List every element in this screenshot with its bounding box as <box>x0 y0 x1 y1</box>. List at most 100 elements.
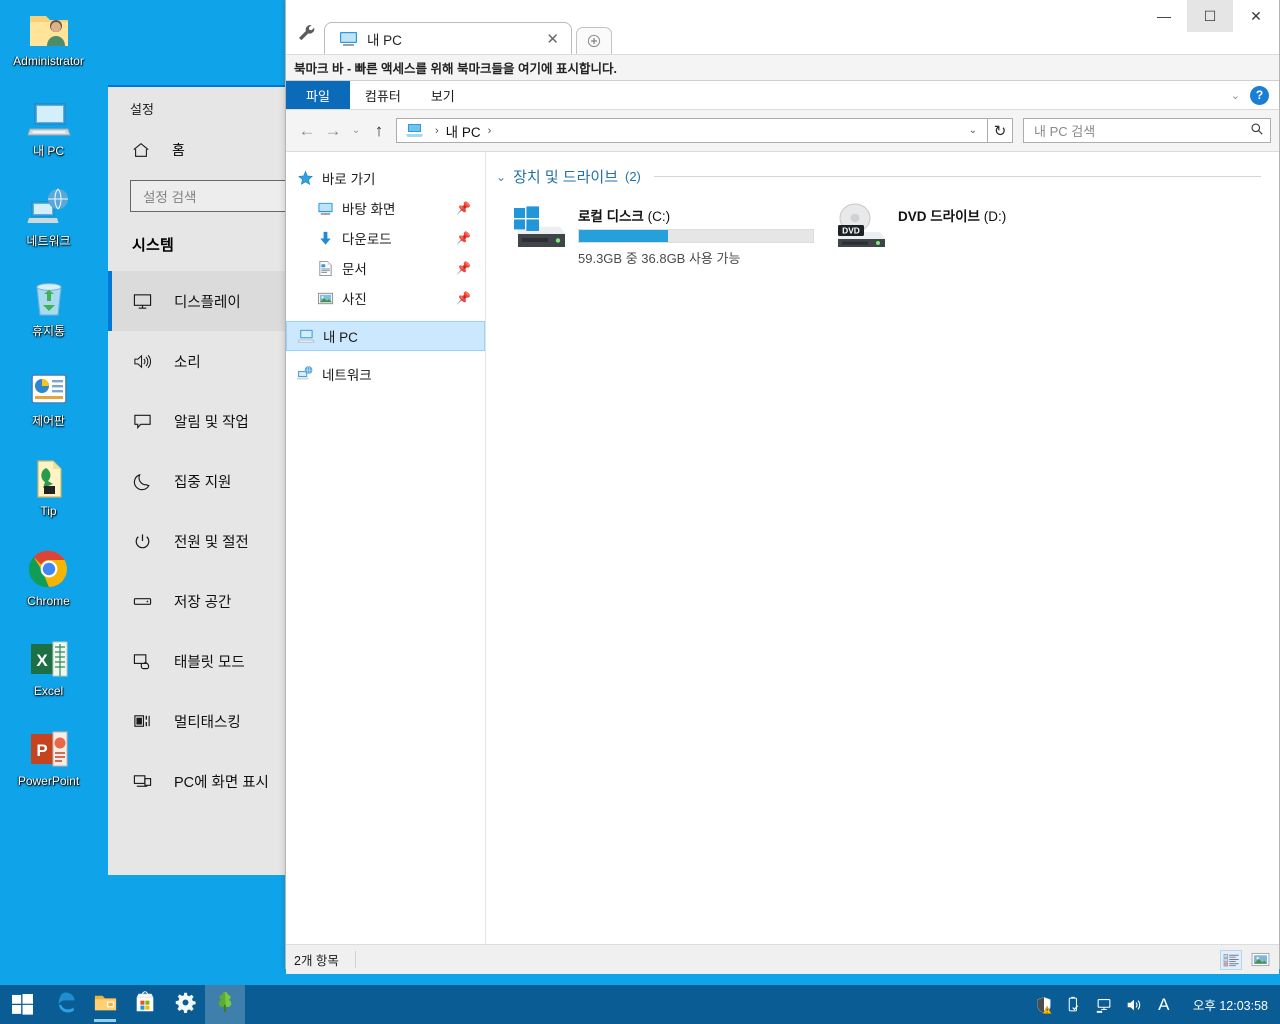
desktop-icon-network[interactable]: 네트워크 <box>0 180 97 270</box>
refresh-button[interactable]: ↻ <box>988 118 1013 143</box>
tab-close-icon[interactable]: ✕ <box>542 30 563 48</box>
tab-my-pc[interactable]: 내 PC ✕ <box>324 22 572 54</box>
explorer-body: 바로 가기 바탕 화면 📌 다운로드 📌 문서 📌 사진 📌 내 PC 네트워크 ⌄ 장치 및 드라… <box>286 151 1279 944</box>
taskbar-button-store[interactable] <box>125 985 165 1024</box>
taskbar-button-settings[interactable] <box>165 985 205 1024</box>
windows-drive-icon <box>510 201 568 253</box>
ribbon-tab-컴퓨터[interactable]: 컴퓨터 <box>350 81 416 109</box>
settings-home-label: 홈 <box>172 142 185 158</box>
network-tray-icon[interactable] <box>1089 985 1119 1024</box>
taskbar-buttons <box>45 985 245 1024</box>
desktop-icon-control-panel[interactable]: 제어판 <box>0 360 97 450</box>
taskbar-button-edge[interactable] <box>45 985 85 1024</box>
settings-item-speaker[interactable]: 소리 <box>108 331 298 391</box>
recent-locations-button[interactable]: ⌄ <box>346 118 366 144</box>
puzzle-icon <box>213 990 237 1019</box>
desktop-icon-my-pc[interactable]: 내 PC <box>0 90 97 180</box>
recycle-bin-icon <box>26 276 72 322</box>
drive-item[interactable]: 로컬 디스크 (C:) 59.3GB 중 36.8GB 사용 가능 <box>504 195 824 273</box>
settings-home-button[interactable]: 홈 <box>108 118 298 160</box>
minimize-button[interactable]: — <box>1141 0 1187 32</box>
pin-icon[interactable]: 📌 <box>456 201 471 215</box>
settings-item-tablet[interactable]: 태블릿 모드 <box>108 631 298 691</box>
forward-button[interactable]: → <box>320 118 346 144</box>
settings-item-multitasking[interactable]: 멀티태스킹 <box>108 691 298 751</box>
star-icon <box>296 169 314 187</box>
file-explorer-window[interactable]: 내 PC ✕ — ☐ ✕ 북마크 바 - 빠른 액세스를 위해 북마크들을 여기… <box>285 0 1280 974</box>
nav-item-document[interactable]: 문서 📌 <box>286 253 485 283</box>
breadcrumb-dropdown-icon[interactable]: ⌄ <box>963 125 983 136</box>
settings-item-project[interactable]: PC에 화면 표시 <box>108 751 298 811</box>
desktop-icon-label: Tip <box>40 504 57 518</box>
help-icon[interactable]: ? <box>1250 85 1269 105</box>
breadcrumb-item-my-pc[interactable]: 내 PC <box>446 121 481 141</box>
nav-item-label: 내 PC <box>323 330 358 345</box>
ribbon-tab-file[interactable]: 파일 <box>286 81 350 109</box>
settings-item-list: 디스플레이소리알림 및 작업 집중 지원 전원 및 절전저장 공간태블릿 모드 멀티태… <box>108 271 298 811</box>
nav-item-label: 문서 <box>342 262 367 277</box>
gear-icon <box>174 991 197 1019</box>
pin-icon[interactable]: 📌 <box>456 291 471 305</box>
content-pane[interactable]: ⌄ 장치 및 드라이브 (2) 로컬 디스크 (C:) 59.3GB 중 36.8… <box>486 152 1279 944</box>
pin-icon[interactable]: 📌 <box>456 231 471 245</box>
up-button[interactable]: ↑ <box>366 118 392 144</box>
speaker-icon <box>132 351 152 371</box>
search-icon <box>1250 122 1264 139</box>
nav-item-network[interactable]: 네트워크 <box>286 359 485 389</box>
navigation-pane: 바로 가기 바탕 화면 📌 다운로드 📌 문서 📌 사진 📌 내 PC 네트워크 <box>286 152 486 944</box>
desktop-icon-administrator[interactable]: Administrator <box>0 0 97 90</box>
desktop-icon-label: 휴지통 <box>31 324 66 338</box>
ribbon-tab-보기[interactable]: 보기 <box>416 81 470 109</box>
chevron-down-icon[interactable]: ⌄ <box>496 170 506 184</box>
monitor-icon <box>132 291 152 311</box>
wrench-icon[interactable] <box>296 22 318 44</box>
desktop-icon-powerpoint[interactable]: P PowerPoint <box>0 720 97 810</box>
desktop-icon-recycle-bin[interactable]: 휴지통 <box>0 270 97 360</box>
usb-icon[interactable] <box>1059 985 1089 1024</box>
settings-item-notification[interactable]: 알림 및 작업 <box>108 391 298 451</box>
settings-window[interactable]: 설정 홈 설정 검색 시스템 디스플레이 소리 알림 및 작업 집중 지원 전원 및 절… <box>108 85 298 875</box>
group-header-devices-and-drives[interactable]: ⌄ 장치 및 드라이브 (2) <box>496 166 1279 187</box>
bookmark-bar[interactable]: 북마크 바 - 빠른 액세스를 위해 북마크들을 여기에 표시합니다. <box>286 54 1279 81</box>
volume-icon[interactable] <box>1119 985 1149 1024</box>
svg-text:P: P <box>36 741 47 760</box>
maximize-button[interactable]: ☐ <box>1187 0 1233 32</box>
search-input[interactable]: 내 PC 검색 <box>1023 118 1271 143</box>
ribbon-right-controls: ⌄ ? <box>1231 81 1279 109</box>
new-tab-button[interactable] <box>576 27 612 54</box>
nav-item-desktop[interactable]: 바탕 화면 📌 <box>286 193 485 223</box>
details-view-icon[interactable] <box>1220 949 1242 970</box>
pin-icon[interactable]: 📌 <box>456 261 471 275</box>
breadcrumb-sep-1: › <box>487 124 492 137</box>
settings-item-storage[interactable]: 저장 공간 <box>108 571 298 631</box>
settings-search-input[interactable]: 설정 검색 <box>130 180 298 212</box>
desktop-icon-chrome[interactable]: Chrome <box>0 540 97 630</box>
network-icon <box>296 365 314 383</box>
settings-item-label: 소리 <box>174 354 201 371</box>
taskbar[interactable]: A 오후 12:03:58 <box>0 985 1280 1024</box>
large-icons-view-icon[interactable] <box>1249 950 1271 970</box>
desktop-icon-excel[interactable]: X Excel <box>0 630 97 720</box>
chevron-down-icon[interactable]: ⌄ <box>1231 89 1240 102</box>
desktop-icon-tip[interactable]: Tip <box>0 450 97 540</box>
settings-item-monitor[interactable]: 디스플레이 <box>108 271 298 331</box>
nav-item-computer[interactable]: 내 PC <box>286 321 485 351</box>
settings-item-power[interactable]: 전원 및 절전 <box>108 511 298 571</box>
nav-item-star[interactable]: 바로 가기 <box>286 163 485 193</box>
nav-item-download[interactable]: 다운로드 📌 <box>286 223 485 253</box>
back-button[interactable]: ← <box>294 118 320 144</box>
shield-warning-icon[interactable] <box>1029 985 1059 1024</box>
start-button[interactable] <box>0 985 45 1024</box>
search-placeholder: 내 PC 검색 <box>1034 124 1096 139</box>
drive-item[interactable]: DVD DVD 드라이브 (D:) <box>824 195 1144 273</box>
desktop-icon-label: 네트워크 <box>26 234 71 248</box>
settings-item-moon[interactable]: 집중 지원 <box>108 451 298 511</box>
clock[interactable]: 오후 12:03:58 <box>1185 995 1280 1014</box>
close-button[interactable]: ✕ <box>1233 0 1279 32</box>
settings-item-label: 저장 공간 <box>174 594 232 611</box>
ime-a-icon[interactable]: A <box>1149 985 1179 1024</box>
taskbar-button-file-explorer[interactable] <box>85 985 125 1024</box>
taskbar-button-app-green[interactable] <box>205 985 245 1024</box>
breadcrumb[interactable]: › 내 PC › ⌄ <box>396 118 988 143</box>
nav-item-pictures[interactable]: 사진 📌 <box>286 283 485 313</box>
